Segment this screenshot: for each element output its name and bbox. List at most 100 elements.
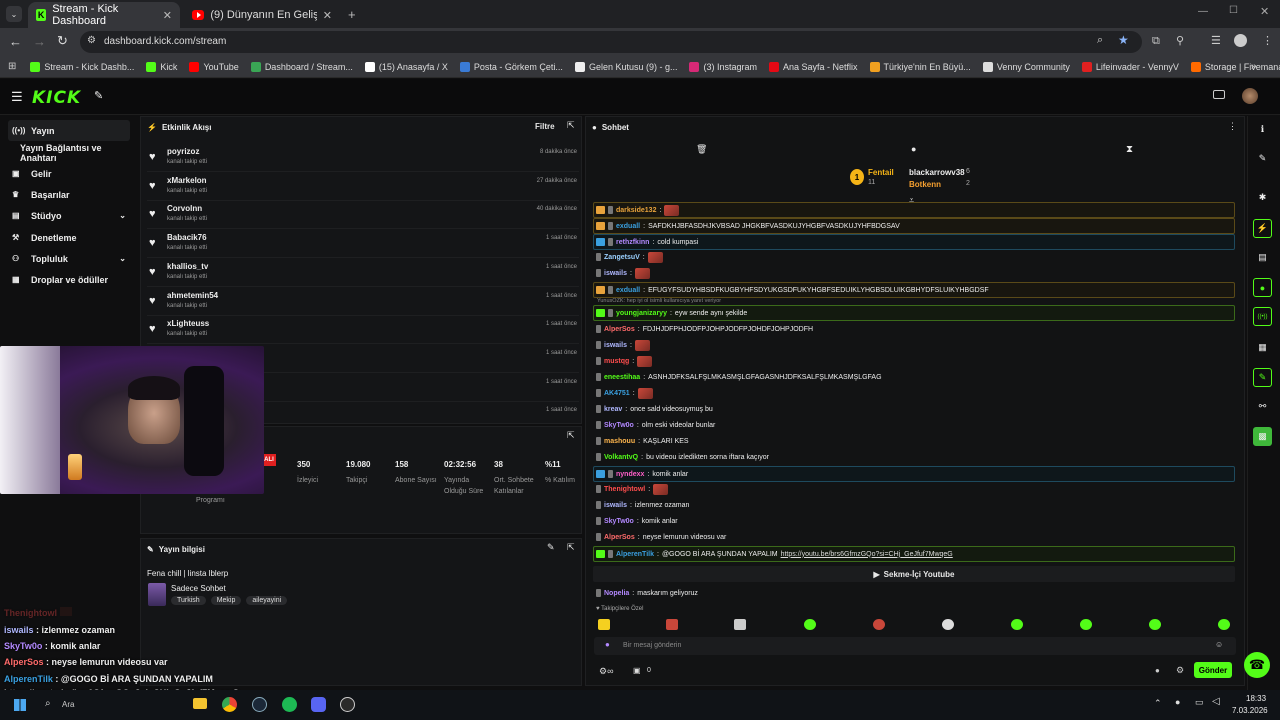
close-tab-icon[interactable]: ✕ [323,9,332,22]
emoji-icon[interactable]: ☺ [1215,640,1223,649]
emote-icon[interactable] [1080,619,1092,630]
chat-username[interactable]: iswails [604,342,627,349]
card-icon[interactable] [1213,90,1225,99]
chat-username[interactable]: exduall [616,287,640,294]
stream-tag[interactable]: Mekip [210,596,242,605]
mic-icon[interactable]: ● [605,640,610,649]
profile-icon[interactable] [1234,34,1247,47]
spotify-icon[interactable] [282,697,297,712]
bookmark-item[interactable]: YouTube [189,61,239,72]
chat-username[interactable]: Thenightowl [604,486,645,493]
tab-search-button[interactable]: ⌄ [6,6,22,22]
broadcast-icon[interactable]: ((•)) [1253,307,1272,326]
popout-icon[interactable]: ⇱ [567,120,575,131]
chat-username[interactable]: SkyTw0o [604,518,634,525]
bug-icon[interactable]: ✱ [1253,188,1272,207]
chat-username[interactable]: Nopelia [604,590,629,597]
emote-icon[interactable] [1218,619,1230,630]
tray-chevron-icon[interactable]: ⌃ [1154,698,1162,709]
network-icon[interactable]: ▭ [1195,697,1204,708]
steam-icon[interactable] [252,697,267,712]
apps-icon[interactable]: ⊞ [8,61,16,72]
chrome-icon[interactable] [222,697,237,712]
gift-icon[interactable]: ▩ [1253,427,1272,446]
activity-user[interactable]: Corvolnn [167,204,202,213]
chat-username[interactable]: iswails [604,502,627,509]
document-icon[interactable]: ▤ [1253,248,1272,267]
chat-username[interactable]: darkside132 [616,207,656,214]
clock-date[interactable]: 7.03.2026 [1232,706,1268,715]
site-info-icon[interactable]: ⚙ [87,35,96,46]
mic-tray-icon[interactable]: ● [1175,697,1180,707]
bookmark-item[interactable]: Venny Community [982,61,1070,72]
bookmark-item[interactable]: Gelen Kutusu (9) - g... [574,61,677,72]
chat-username[interactable]: AlperSos [604,326,635,333]
pen-icon[interactable]: ✎ [1253,149,1272,168]
filter-button[interactable]: Filtre [535,122,555,131]
emote-icon[interactable] [666,619,678,630]
hourglass-icon[interactable]: ⧗ [1126,144,1133,155]
chat-mode-icon[interactable]: ● [911,144,916,154]
popout-icon[interactable]: ⇱ [567,430,575,441]
sidebar-item[interactable]: ▣ Gelir [8,163,130,184]
emote-icon[interactable] [1011,619,1023,630]
list-icon[interactable]: ▦ [1253,338,1272,357]
emote-icon[interactable] [942,619,954,630]
kick-logo[interactable]: KICK [32,88,81,108]
volume-icon[interactable]: ◁ [1212,696,1220,707]
activity-user[interactable]: xLighteuss [167,319,209,328]
more-bookmarks-icon[interactable]: » [1251,61,1257,72]
chat-username[interactable]: AlperenTilk [616,551,654,558]
forward-icon[interactable]: → [33,34,46,49]
sidebar-item[interactable]: ⚒ Denetleme [8,227,130,248]
bookmark-item[interactable]: Türkiye'nin En Büyü... [869,61,971,72]
emote-icon[interactable] [1149,619,1161,630]
emote-icon[interactable] [804,619,816,630]
youtube-inline-button[interactable]: ▶ Sekme-İçi Youtube [593,566,1235,582]
points-icon[interactable]: ⚙∞ [599,666,613,677]
bookmark-star-icon[interactable]: ★ [1118,33,1129,47]
extension-icon[interactable]: ⧉ [1152,35,1160,48]
taskbar-search-icon[interactable]: ⌕ [45,698,51,709]
start-icon[interactable] [14,699,26,711]
sidebar-item[interactable]: ((•)) Yayın [8,120,130,141]
bookmark-item[interactable]: Lifeinvader - VennyV [1081,61,1179,72]
back-icon[interactable]: ← [9,34,22,49]
zoom-icon[interactable]: ⌕ [1097,34,1103,47]
chat-username[interactable]: eneestihaa [604,374,640,381]
minimize-icon[interactable]: — [1198,6,1208,17]
chat-username[interactable]: AK4751 [604,390,630,397]
chat-username[interactable]: VolkantvQ [604,454,638,461]
obs-icon[interactable] [340,697,355,712]
wrench-icon[interactable]: ✎ [94,89,103,102]
stream-tag[interactable]: aileyayini [246,596,288,605]
address-bar[interactable]: ⚙ dashboard.kick.com/stream ⌕ ★ [80,31,1142,53]
chat-menu-icon[interactable]: ⋮ [1228,121,1237,132]
chat-username[interactable]: iswails [604,270,627,277]
chat-icon[interactable]: ● [1253,278,1272,297]
bookmark-item[interactable]: Storage | Fivemanage [1190,61,1280,72]
tab-kick-dashboard[interactable]: K Stream - Kick Dashboard ✕ [28,2,180,28]
sidebar-item[interactable]: ♛ Başarılar [8,184,130,205]
bookmark-item[interactable]: Stream - Kick Dashb... [30,61,134,72]
chat-username[interactable]: exduall [616,223,640,230]
maximize-icon[interactable]: ☐ [1229,5,1238,16]
chat-username[interactable]: mashouu [604,438,635,445]
emote-icon[interactable] [873,619,885,630]
browser-menu-icon[interactable]: ⋮ [1262,34,1273,47]
explorer-icon[interactable] [193,698,207,709]
menu-icon[interactable]: ☰ [11,89,23,105]
popout-icon[interactable]: ⇱ [567,542,575,553]
tool-icon[interactable]: ✎ [1253,368,1272,387]
stream-tag[interactable]: Turkish [171,596,206,605]
sidebar-item[interactable]: ⚇ Topluluk ⌄ [8,248,130,269]
chat-rules-icon[interactable]: ● [1155,666,1160,675]
support-icon[interactable]: ☎ [1244,652,1270,678]
chat-username[interactable]: SkyTw0o [604,422,634,429]
chat-username[interactable]: nyndexx [616,471,644,478]
bookmark-item[interactable]: (15) Anasayfa / X [364,61,448,72]
chat-username[interactable]: kreav [604,406,622,413]
sidebar-item[interactable]: ▦ Droplar ve ödüller [8,269,130,290]
bookmark-item[interactable]: Kick [146,61,177,72]
discord-icon[interactable] [311,697,326,712]
